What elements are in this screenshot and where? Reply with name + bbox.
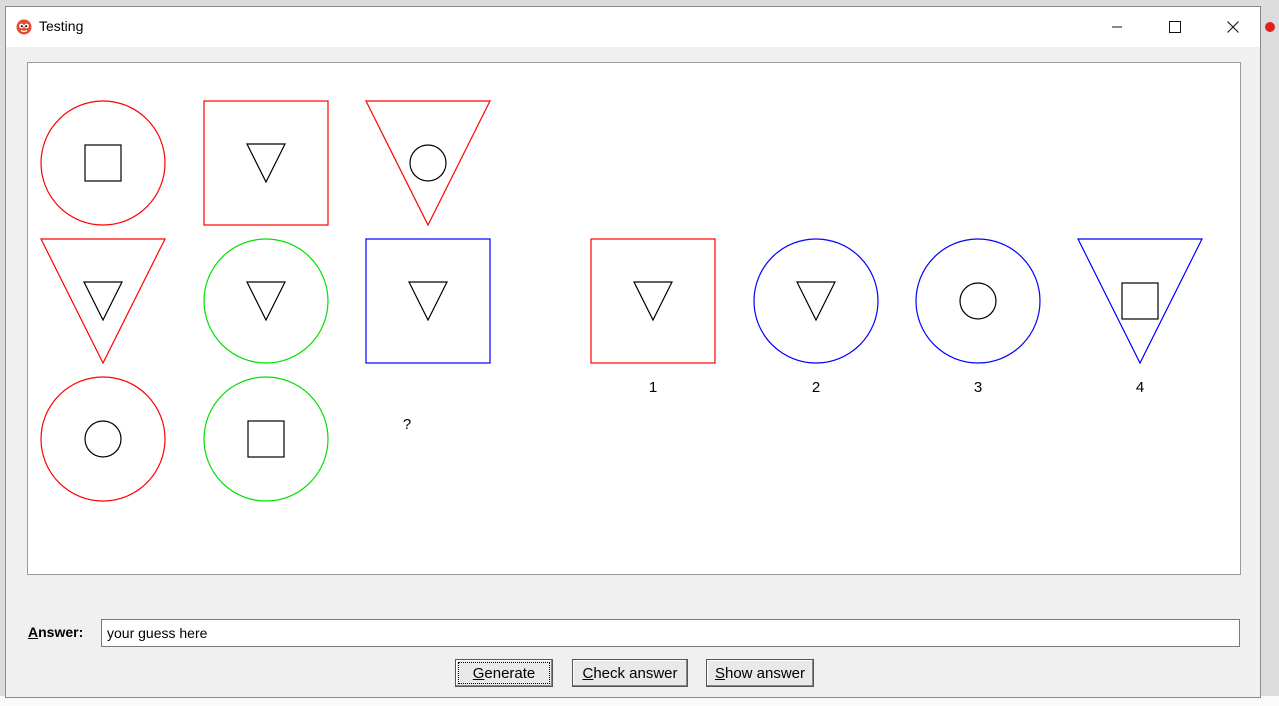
answer-input[interactable] xyxy=(101,619,1240,647)
grid-cell-1-1-circle xyxy=(40,100,166,226)
answer-label-mnemonic: A xyxy=(28,624,39,640)
close-icon xyxy=(1227,21,1239,33)
option-3-inner-circle xyxy=(959,282,997,320)
show-mnemonic: S xyxy=(714,664,725,682)
minimize-icon xyxy=(1112,26,1122,28)
question-mark: ? xyxy=(403,416,411,433)
option-4-inner-square xyxy=(1121,282,1159,320)
maximize-icon xyxy=(1169,21,1181,33)
generate-button[interactable]: Generate xyxy=(455,659,553,687)
app-icon xyxy=(16,19,32,35)
minimize-button[interactable] xyxy=(1088,7,1146,47)
check-mnemonic: C xyxy=(582,664,594,682)
testing-window: Testing ? 1 2 3 4 Answer: Generate Check ans… xyxy=(5,6,1261,698)
check-label: heck answer xyxy=(593,664,678,682)
grid-cell-3-2-circle xyxy=(203,376,329,502)
option-3-circle xyxy=(915,238,1041,364)
window-title: Testing xyxy=(39,18,84,34)
option-2-circle xyxy=(753,238,879,364)
answer-label: Answer: xyxy=(28,624,83,640)
grid-cell-3-2-inner-square xyxy=(247,420,285,458)
show-answer-button[interactable]: Show answer xyxy=(706,659,814,687)
option-4-triangle xyxy=(1077,238,1203,365)
grid-cell-2-1-triangle xyxy=(40,238,166,365)
option-label-3: 3 xyxy=(974,379,982,396)
grid-cell-2-3-inner-triangle xyxy=(408,281,448,322)
grid-cell-2-3-square xyxy=(365,238,491,364)
title-bar[interactable]: Testing xyxy=(6,7,1260,47)
option-2-inner-triangle xyxy=(796,281,836,322)
generate-label: enerate xyxy=(484,664,536,682)
puzzle-drawing: ? 1 2 3 4 xyxy=(40,100,1203,502)
generate-mnemonic: G xyxy=(472,664,485,682)
grid-cell-1-1-inner-square xyxy=(84,144,122,182)
answer-label-text: nswer: xyxy=(38,624,84,640)
grid-cell-1-3-triangle xyxy=(365,100,491,227)
option-label-2: 2 xyxy=(812,379,820,396)
notification-dot xyxy=(1265,22,1275,32)
grid-cell-2-2-inner-triangle xyxy=(246,281,286,322)
grid-cell-1-2-inner-triangle xyxy=(246,143,286,184)
grid-cell-3-1-circle xyxy=(40,376,166,502)
option-label-4: 4 xyxy=(1136,379,1144,396)
grid-cell-2-2-circle xyxy=(203,238,329,364)
grid-cell-1-2-square xyxy=(203,100,329,226)
maximize-button[interactable] xyxy=(1146,7,1204,47)
grid-cell-3-1-inner-circle xyxy=(84,420,122,458)
grid-cell-2-1-inner-triangle xyxy=(83,281,123,322)
show-label: how answer xyxy=(724,664,806,682)
option-1-inner-triangle xyxy=(633,281,673,322)
option-1-square xyxy=(590,238,716,364)
check-answer-button[interactable]: Check answer xyxy=(572,659,688,687)
option-label-1: 1 xyxy=(649,379,657,396)
close-button[interactable] xyxy=(1204,7,1262,47)
grid-cell-1-3-inner-circle xyxy=(409,144,447,182)
puzzle-canvas: ? 1 2 3 4 xyxy=(27,62,1241,575)
